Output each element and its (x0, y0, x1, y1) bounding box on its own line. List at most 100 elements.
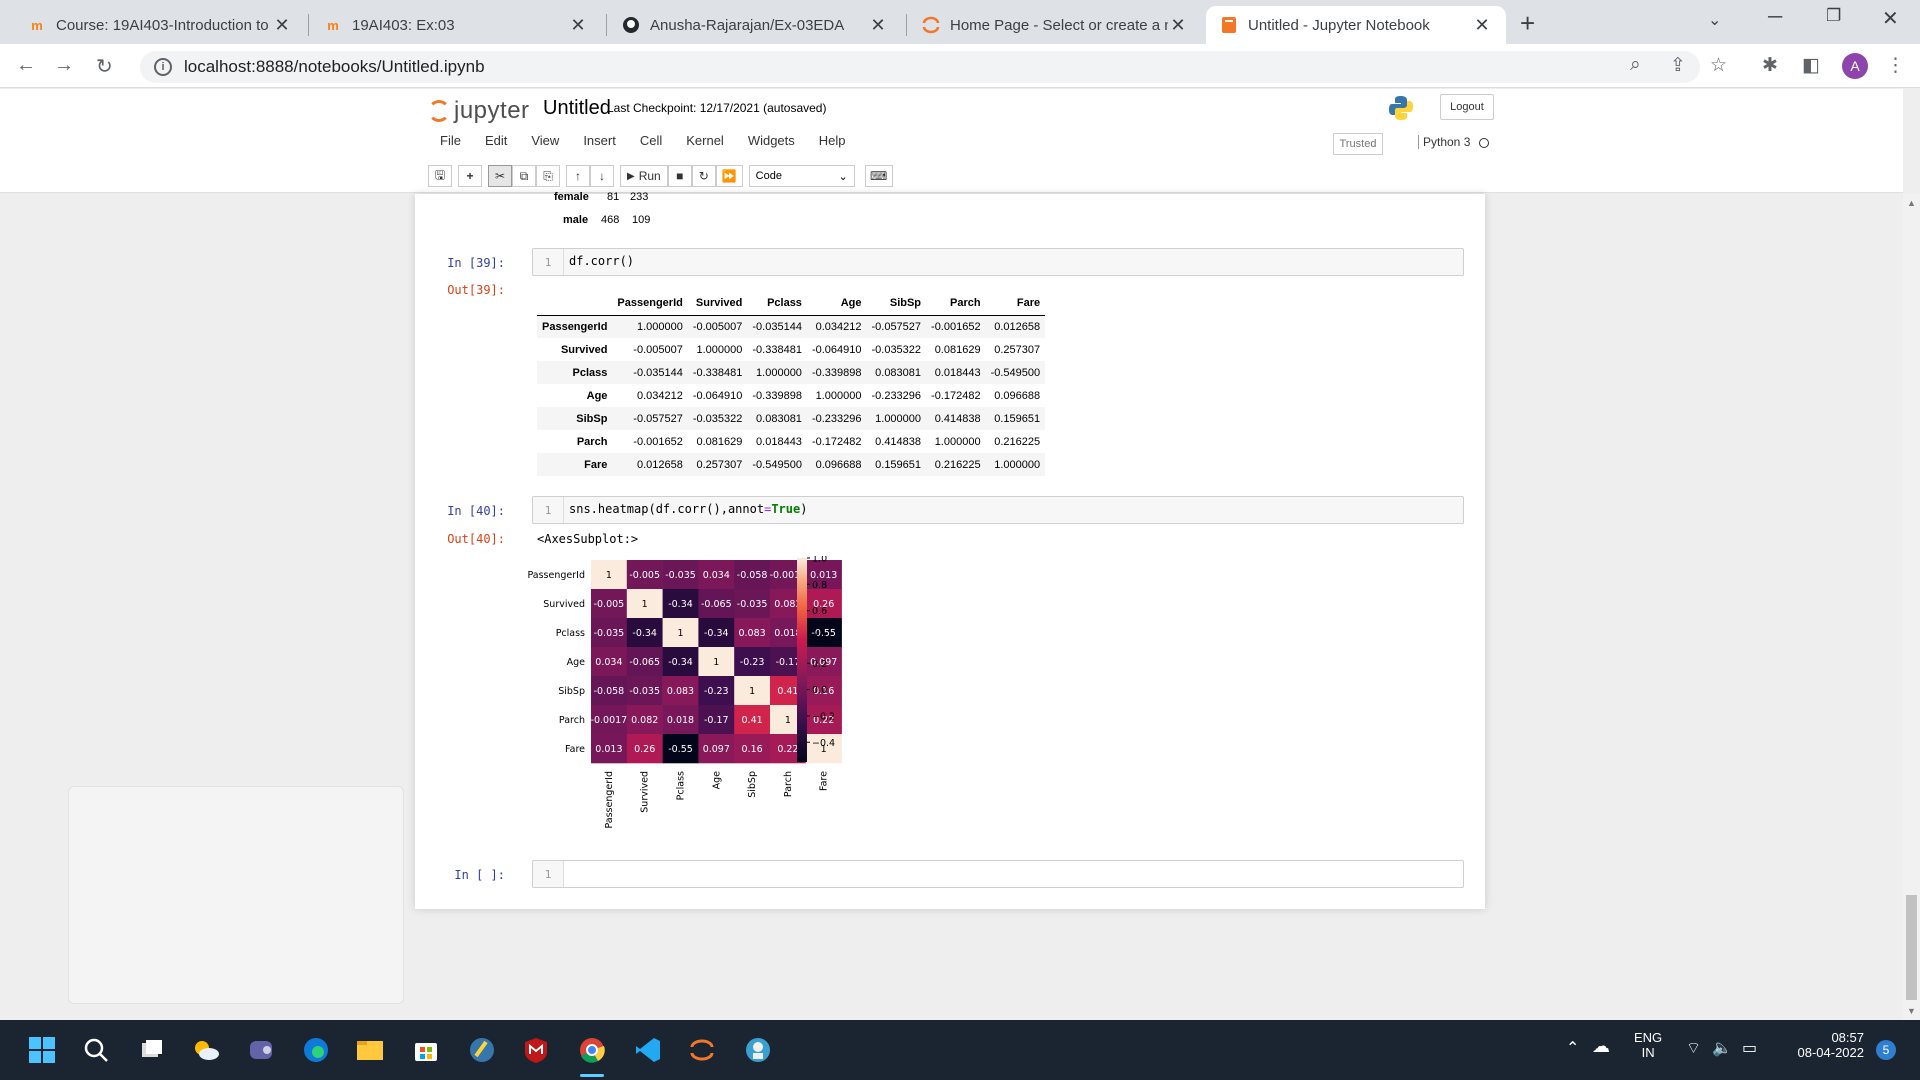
chrome-icon[interactable] (574, 1032, 610, 1068)
vscode-icon[interactable] (630, 1032, 666, 1068)
restart-run-all-button[interactable]: ⏩ (715, 165, 743, 187)
menu-insert[interactable]: Insert (571, 133, 628, 157)
menu-kernel[interactable]: Kernel (674, 133, 736, 157)
minimize-button[interactable]: ─ (1768, 6, 1782, 29)
interrupt-button[interactable]: ■ (667, 165, 692, 187)
share-icon[interactable]: ⇪ (1670, 54, 1686, 77)
code-cell-input[interactable]: 1 df.corr() (532, 248, 1464, 276)
heatmap-annotation: -0.058 (594, 686, 625, 697)
language-indicator[interactable]: ENG IN (1634, 1030, 1662, 1060)
command-palette-button[interactable]: ⌨ (864, 165, 893, 187)
browser-menu-icon[interactable]: ⋮ (1886, 54, 1905, 77)
paste-button[interactable]: ⎘ (536, 165, 560, 187)
cell-type-select[interactable]: Code ⌄ (748, 165, 855, 187)
empty-code-cell[interactable]: 1 (532, 860, 1464, 888)
cut-button[interactable]: ✂ (488, 165, 512, 187)
table-cell: 0.081629 (934, 343, 981, 356)
run-button[interactable]: ▶ Run (620, 165, 668, 187)
git-icon[interactable] (740, 1032, 776, 1068)
notebook-toolbar: 🖫 + ✂ ⧉ ⎘ ↑ ↓ ▶ Run ■ ↻ ⏩ Code ⌄ ⌨ (428, 165, 893, 189)
browser-tab-github[interactable]: Anusha-Rajarajan/Ex-03EDA ✕ (608, 6, 902, 44)
battery-icon[interactable]: ▭ (1742, 1038, 1757, 1058)
weather-icon[interactable] (188, 1032, 224, 1068)
browser-tab-home[interactable]: Home Page - Select or create a n ✕ (908, 6, 1202, 44)
close-icon[interactable]: ✕ (1472, 15, 1492, 36)
menu-help[interactable]: Help (807, 133, 858, 157)
mcafee-icon[interactable] (518, 1032, 554, 1068)
menu-view[interactable]: View (519, 133, 571, 157)
zoom-icon[interactable]: ⌕ (1630, 54, 1641, 76)
search-icon[interactable] (78, 1032, 114, 1068)
table-cell: -0.172482 (931, 389, 981, 402)
menu-edit[interactable]: Edit (473, 133, 519, 157)
code-keyword: True (771, 502, 801, 516)
edge-icon[interactable] (298, 1032, 334, 1068)
kernel-name: Python 3 (1418, 135, 1470, 149)
chevron-up-icon[interactable]: ⌃ (1566, 1038, 1579, 1058)
browser-tab-notebook[interactable]: Untitled - Jupyter Notebook ✕ (1206, 6, 1506, 44)
move-down-button[interactable]: ↓ (590, 165, 614, 187)
python-idle-icon[interactable] (464, 1032, 500, 1068)
close-icon[interactable]: ✕ (568, 15, 588, 36)
close-icon[interactable]: ✕ (868, 15, 888, 36)
trusted-indicator[interactable]: Trusted (1333, 133, 1383, 155)
profile-avatar[interactable]: A (1842, 53, 1868, 79)
side-panel-icon[interactable]: ◧ (1802, 54, 1820, 77)
menu-file[interactable]: File (428, 133, 473, 157)
table-row: PassengerId 1.000000 -0.005007 -0.035144 0.0… (537, 315, 1046, 338)
logout-button[interactable]: Logout (1440, 94, 1494, 120)
wifi-icon[interactable]: ⌔ (1686, 1038, 1701, 1058)
heatmap-annotation: -0.035 (629, 686, 660, 697)
jupyter-logo[interactable]: jupyter (428, 97, 530, 125)
teams-icon[interactable] (244, 1032, 280, 1068)
code-cell-input[interactable]: 1 sns.heatmap(df.corr(),annot=True) (532, 496, 1464, 524)
address-bar[interactable]: i localhost:8888/notebooks/Untitled.ipyn… (140, 51, 1700, 83)
new-tab-button[interactable]: + (1520, 8, 1535, 39)
keyboard-icon: ⌨ (870, 169, 888, 183)
scrollbar-thumb[interactable] (1906, 895, 1917, 1000)
window-close-button[interactable]: ✕ (1882, 6, 1899, 31)
volume-icon[interactable]: 🔈 (1712, 1038, 1732, 1058)
notification-badge[interactable]: 5 (1876, 1040, 1896, 1060)
browser-tab-course[interactable]: m Course: 19AI403-Introduction to ✕ (14, 6, 306, 44)
clock[interactable]: 08:57 08-04-2022 (1784, 1030, 1865, 1060)
close-icon[interactable]: ✕ (272, 15, 292, 36)
start-icon[interactable] (24, 1032, 60, 1068)
back-icon[interactable]: ← (16, 54, 36, 77)
scroll-down-icon[interactable]: ▼ (1907, 1006, 1916, 1016)
y-tick-label: Fare (565, 744, 585, 755)
code-text: sns.heatmap(df.corr(),annot=True) (569, 502, 807, 516)
colorbar-tick-label: 0.2 (812, 659, 827, 670)
table-cell: -0.339898 (811, 366, 862, 379)
bookmark-star-icon[interactable]: ☆ (1710, 54, 1727, 77)
save-button[interactable]: 🖫 (428, 165, 452, 187)
notebook-name[interactable]: Untitled (543, 97, 611, 120)
onedrive-icon[interactable]: ☁ (1592, 1036, 1610, 1057)
heatmap-annotation: -0.035 (737, 599, 768, 610)
reload-icon[interactable]: ↻ (96, 54, 113, 79)
menu-widgets[interactable]: Widgets (736, 133, 807, 157)
tab-search-icon[interactable]: ⌄ (1708, 10, 1721, 30)
jupyter-header: jupyter Untitled Last Checkpoint: 12/17/… (0, 89, 1903, 193)
table-cell: 0.414838 (875, 435, 922, 448)
insert-cell-button[interactable]: + (458, 165, 482, 187)
play-icon: ▶ (627, 170, 635, 182)
site-info-icon[interactable]: i (154, 58, 172, 76)
restore-button[interactable]: ❐ (1826, 6, 1841, 26)
menu-cell[interactable]: Cell (628, 133, 674, 157)
copy-button[interactable]: ⧉ (512, 165, 536, 187)
scroll-up-icon[interactable]: ▲ (1907, 198, 1916, 208)
close-icon[interactable]: ✕ (1168, 15, 1188, 36)
jupyter-icon[interactable] (684, 1032, 720, 1068)
move-up-button[interactable]: ↑ (566, 165, 590, 187)
store-icon[interactable] (408, 1032, 444, 1068)
browser-tab-ex03[interactable]: m 19AI403: Ex:03 ✕ (310, 6, 602, 44)
heatmap-annotation: -0.0017 (591, 715, 628, 726)
row-label: Survived (560, 343, 608, 356)
task-view-icon[interactable] (134, 1032, 170, 1068)
extensions-icon[interactable]: ✱ (1762, 54, 1778, 77)
file-explorer-icon[interactable] (352, 1032, 388, 1068)
restart-button[interactable]: ↻ (691, 165, 716, 187)
in-prompt: In [39]: (447, 256, 505, 270)
forward-icon[interactable]: → (54, 54, 74, 77)
